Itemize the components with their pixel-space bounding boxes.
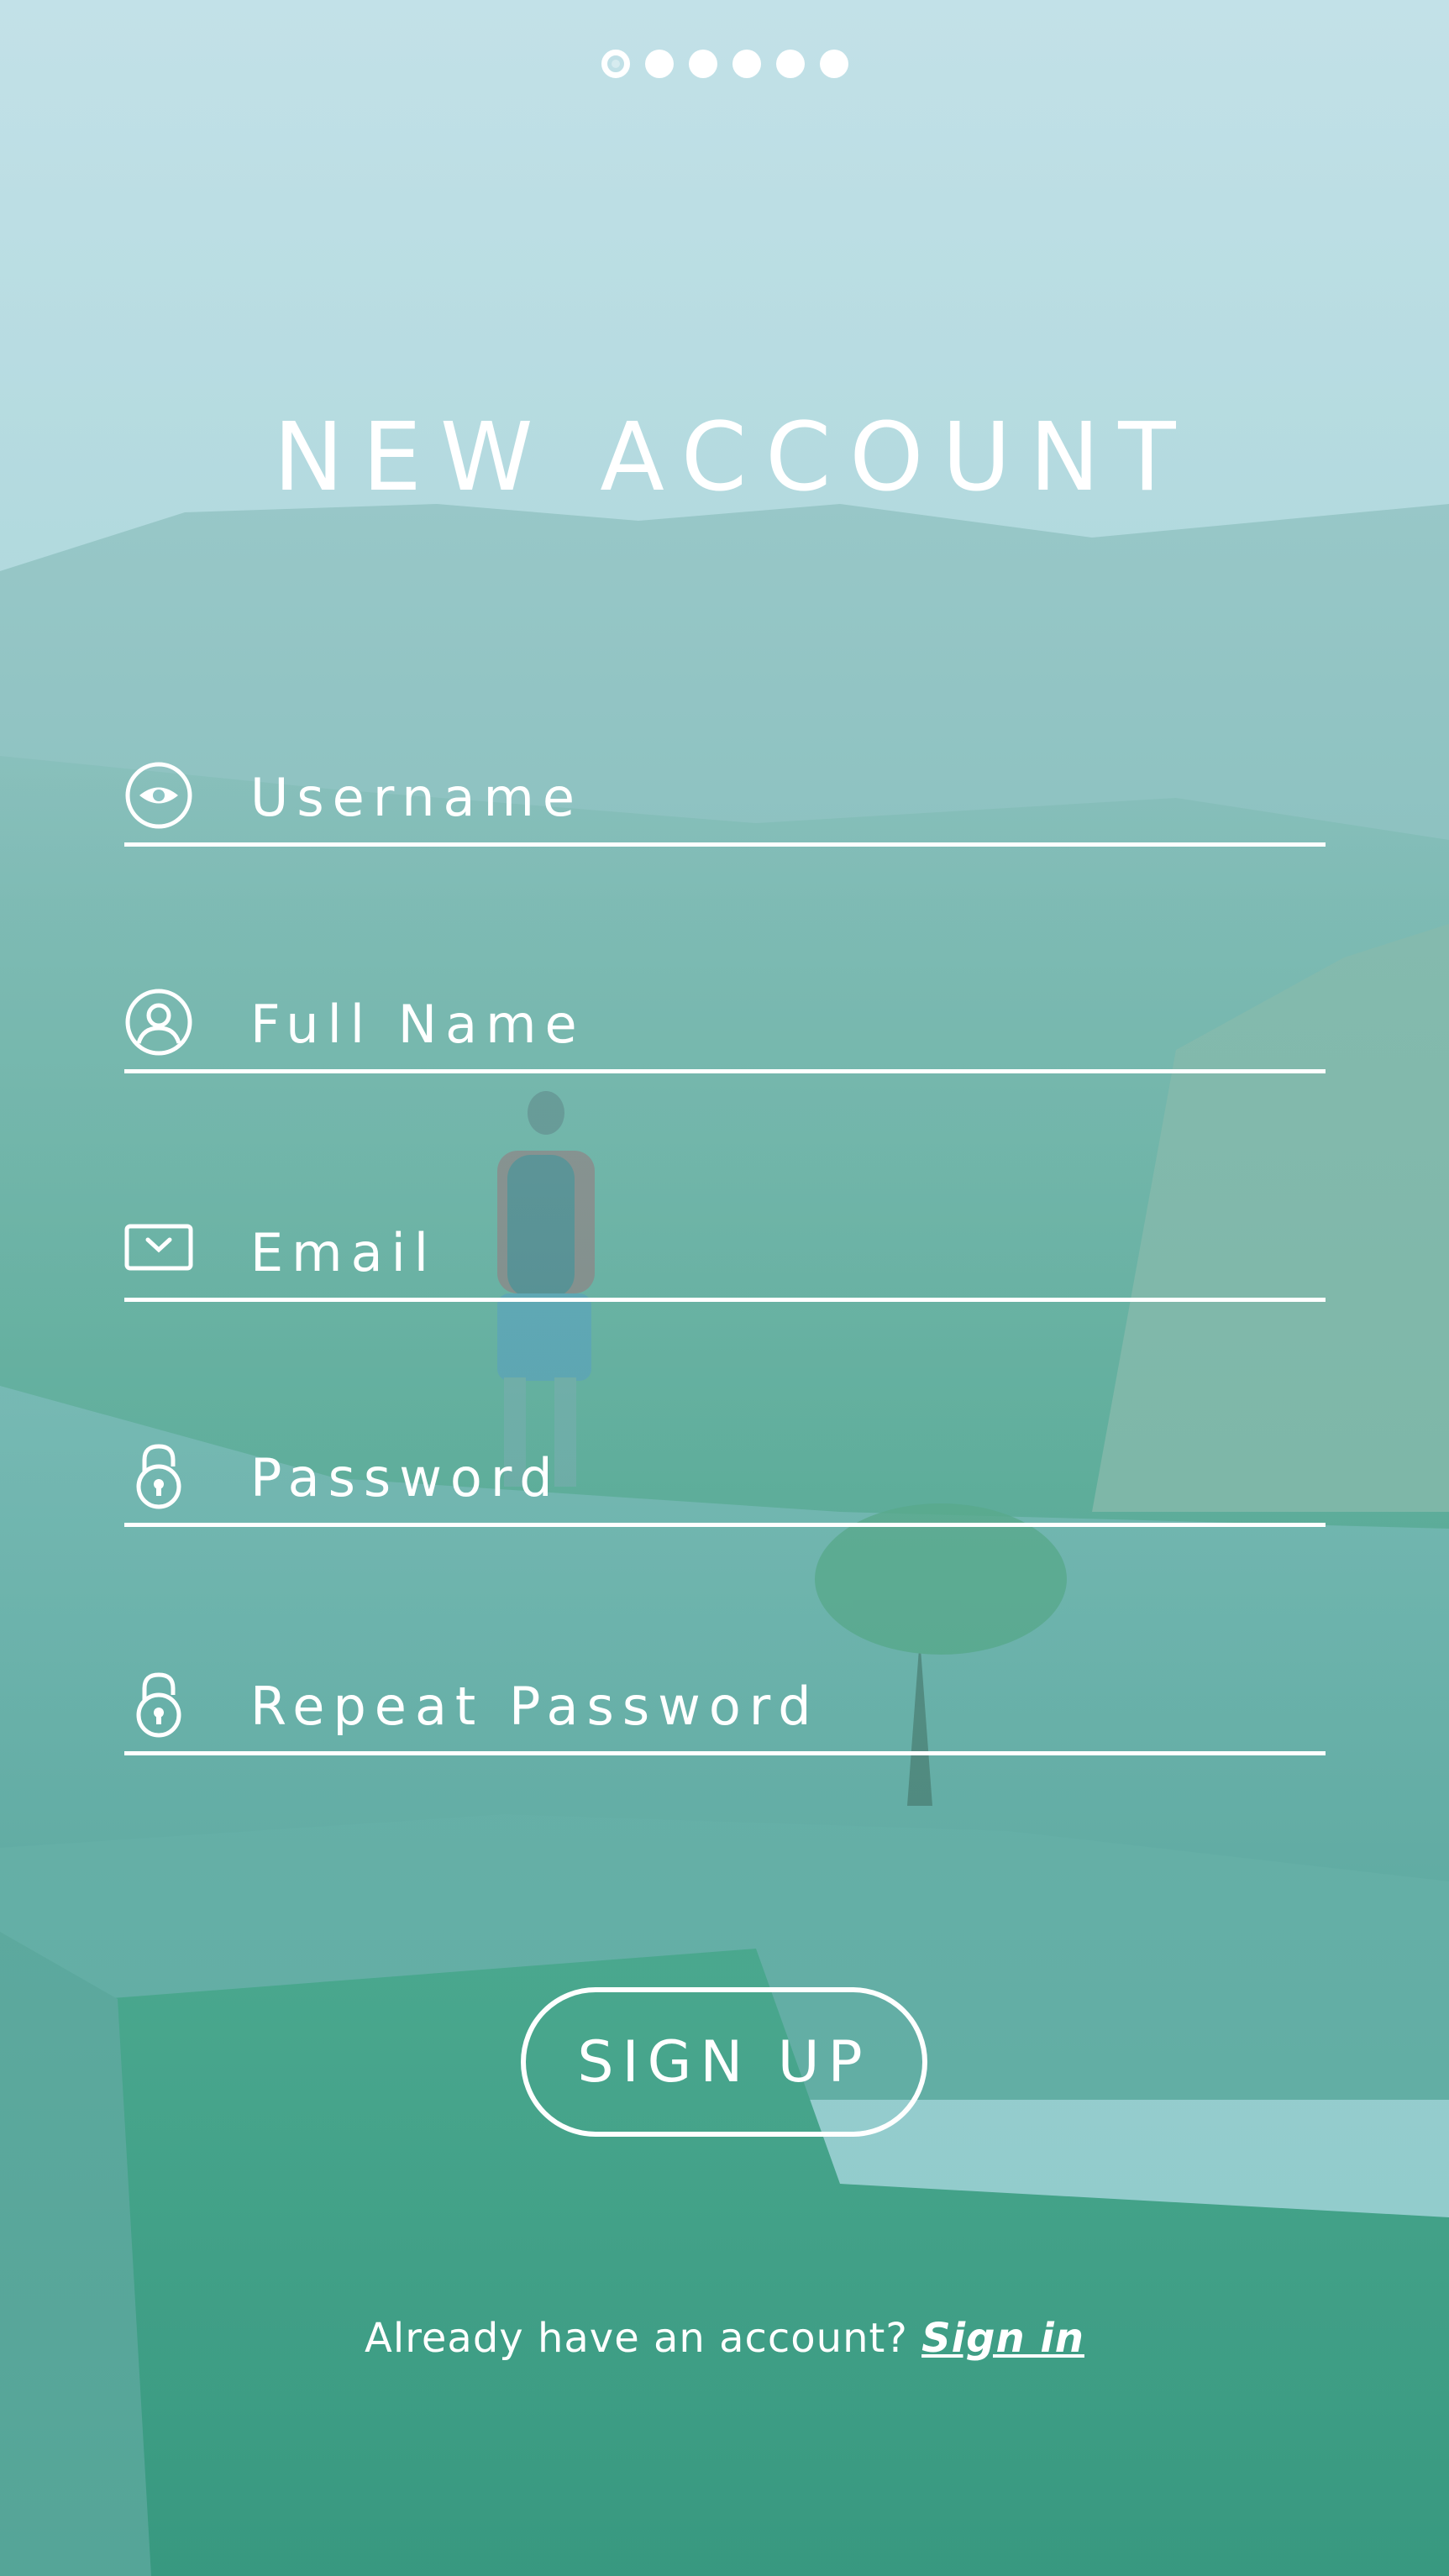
page-dot[interactable] — [819, 50, 848, 78]
password-field[interactable] — [124, 1419, 1326, 1527]
user-avatar-icon — [124, 988, 193, 1057]
repeat-password-input[interactable] — [250, 1668, 1300, 1744]
page-dot[interactable] — [732, 50, 761, 78]
page-dot-active[interactable] — [601, 50, 630, 78]
full-name-input[interactable] — [250, 986, 1300, 1062]
username-input[interactable] — [250, 759, 1300, 835]
sign-in-link[interactable]: Sign in — [921, 2315, 1084, 2362]
padlock-icon — [124, 1670, 193, 1739]
page-dot[interactable] — [644, 50, 674, 78]
repeat-password-field[interactable] — [124, 1648, 1326, 1755]
envelope-icon — [124, 1216, 193, 1285]
sign-up-button[interactable]: SIGN UP — [521, 1987, 927, 2137]
username-field[interactable] — [124, 739, 1326, 847]
password-input[interactable] — [250, 1440, 1300, 1515]
page-title: NEW ACCOUNT — [273, 403, 1194, 512]
sign-in-prompt-text: Already have an account? — [365, 2315, 908, 2362]
page-dot[interactable] — [775, 50, 805, 78]
padlock-icon — [124, 1441, 193, 1510]
page-dot[interactable] — [688, 50, 717, 78]
pagination-dots — [0, 50, 1449, 78]
email-input[interactable] — [250, 1215, 1300, 1290]
sign-in-prompt: Already have an account? Sign in — [0, 2315, 1449, 2362]
full-name-field[interactable] — [124, 966, 1326, 1073]
email-field[interactable] — [124, 1194, 1326, 1302]
eye-icon — [124, 761, 193, 830]
